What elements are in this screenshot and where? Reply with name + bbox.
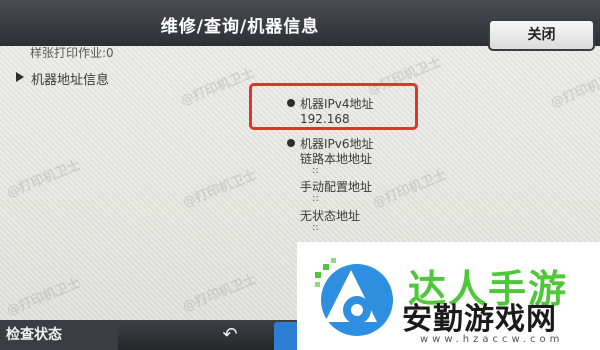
machine-address-info-label[interactable]: 机器地址信息 (31, 69, 109, 88)
watermark: @打印机卫士 (370, 167, 449, 211)
logo-main-text: 安勤游戏网 (402, 302, 557, 337)
ipv6-bullet-icon (287, 139, 295, 147)
watermark: @打印机卫士 (180, 167, 259, 211)
logo-url-text: www.hzaccw.com (420, 334, 564, 345)
page-title: 维修/查询/机器信息 (160, 17, 320, 37)
ipv4-label: 机器IPv4地址 (300, 97, 374, 111)
watermark: @打印机卫士 (548, 67, 600, 111)
watermark: @打印机卫士 (4, 275, 83, 319)
link-local-label: 链路本地地址 (300, 152, 373, 166)
ipv4-value: 192.168 (300, 112, 350, 126)
watermark: @打印机卫士 (4, 157, 83, 201)
link-local-value: :: (312, 165, 319, 176)
expand-triangle-icon[interactable] (16, 72, 24, 82)
logo-mark-icon (315, 258, 393, 336)
ipv4-bullet-icon (287, 99, 295, 107)
watermark: @打印机卫士 (180, 271, 259, 315)
check-status-button[interactable]: 检查状态 (0, 320, 118, 350)
back-icon[interactable]: ↶ (192, 322, 268, 348)
machine-info-screen: 维修/查询/机器信息 关闭 @打印机卫士 @打印机卫士 @打印机卫士 @打印机卫… (0, 0, 600, 350)
stateless-value: :: (312, 222, 319, 233)
watermark: @打印机卫士 (178, 65, 257, 109)
close-button[interactable]: 关闭 (488, 19, 595, 51)
manual-config-value: :: (312, 193, 319, 204)
stateless-label: 无状态地址 (300, 209, 361, 223)
sample-print-count: 样张打印作业:0 (30, 46, 114, 60)
manual-config-label: 手动配置地址 (300, 180, 373, 194)
